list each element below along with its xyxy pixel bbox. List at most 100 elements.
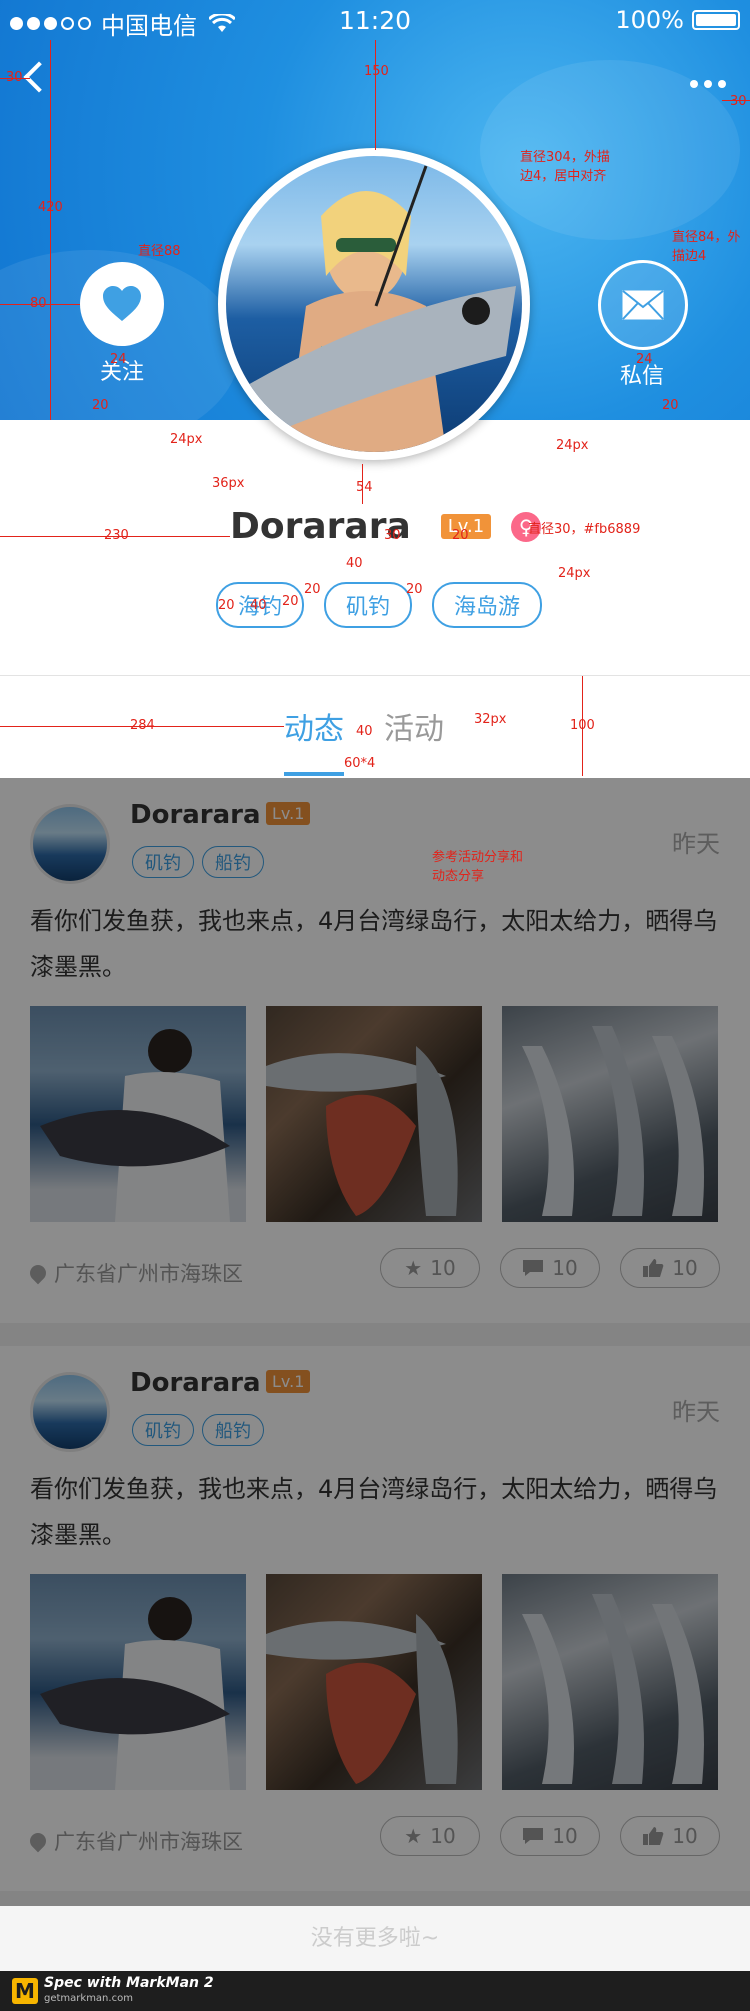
annotation-label: 230 [104,528,129,543]
photo-art [266,1046,458,1216]
no-more-label: 没有更多啦~ [0,1906,750,1971]
thumbs-up-icon [643,1827,664,1845]
favorite-count: 10 [430,1824,456,1848]
post-avatar[interactable] [30,1372,110,1452]
post-location-text: 广东省广州市海珠区 [54,1830,243,1854]
more-button[interactable] [690,80,726,88]
annotation-label: 直径304，外描边4，居中对齐 [520,150,610,184]
annotation-label: 直径84，外描边4 [672,230,741,264]
profile-avatar[interactable] [218,148,530,460]
photo-art [40,1597,230,1790]
annotation-label: 24px [556,438,589,453]
favorite-button[interactable]: ★ 10 [380,1816,480,1856]
annotation-label: 100 [570,718,595,733]
post-location-text: 广东省广州市海珠区 [54,1262,243,1286]
post-tags: 矶钓 船钓 [132,846,264,878]
star-icon: ★ [404,1824,423,1848]
annotation-label: 20 [662,398,679,413]
message-circle [598,260,688,350]
annotation-label: 54 [356,480,373,495]
profile-tag[interactable]: 矶钓 [324,582,413,628]
annotation-line [50,40,51,420]
post-level-badge: Lv.1 [266,802,311,825]
post-time: 昨天 [672,1398,720,1426]
comment-count: 10 [552,1256,578,1280]
photo-art [266,1614,458,1784]
like-button[interactable]: 10 [620,1248,720,1288]
annotation-label: 150 [364,64,389,79]
follow-button[interactable]: 关注 [80,262,164,386]
battery: 100% [615,6,740,34]
more-dot [690,80,698,88]
post-author[interactable]: Dorarara [130,1368,261,1398]
annotation-label: 20 [406,582,423,597]
like-button[interactable]: 10 [620,1816,720,1856]
follow-circle [80,262,164,346]
post-card[interactable]: Dorarara Lv.1 矶钓 船钓 昨天 看你们发鱼获，我也来点，4月台湾绿… [0,778,750,1323]
post-avatar[interactable] [30,804,110,884]
post-text: 看你们发鱼获，我也来点，4月台湾绿岛行，太阳太给力，晒得乌漆墨黑。 [30,907,718,981]
like-count: 10 [672,1824,698,1848]
post-actions: ★ 10 10 10 [380,1816,720,1856]
post-photos [30,1574,718,1790]
annotation-label: 参考活动分享和动态分享 [432,850,524,884]
post-tag[interactable]: 船钓 [202,846,264,878]
annotation-label: 80 [30,296,47,311]
post-photo[interactable] [30,1006,246,1222]
annotation-label: 20 [92,398,109,413]
post-card[interactable]: Dorarara Lv.1 矶钓 船钓 昨天 看你们发鱼获，我也来点，4月台湾绿… [0,1346,750,1891]
heart-icon [103,286,141,321]
like-count: 10 [672,1256,698,1280]
post-photos [30,1006,718,1222]
annotation-label: 40 [250,598,267,613]
mail-icon [622,290,664,320]
tab-activities[interactable]: 活动 [384,704,444,748]
post-tag[interactable]: 矶钓 [132,846,194,878]
comment-icon [523,1260,544,1276]
post-time: 昨天 [672,830,720,858]
battery-icon [692,10,740,30]
post-actions: ★ 10 10 10 [380,1248,720,1288]
post-photo[interactable] [30,1574,246,1790]
annotation-label: 36px [212,476,245,491]
favorite-count: 10 [430,1256,456,1280]
annotation-label: 40 [346,556,363,571]
comment-icon [523,1828,544,1844]
star-icon: ★ [404,1256,423,1280]
comment-count: 10 [552,1824,578,1848]
post-photo[interactable] [266,1574,482,1790]
markman-url: getmarkman.com [44,1993,133,2004]
annotation-label: 直径88 [138,244,181,259]
annotation-label: 30 [384,528,401,543]
avatar-photo-art [246,165,516,452]
post-photo[interactable] [502,1006,718,1222]
post-tag[interactable]: 矶钓 [132,1414,194,1446]
annotation-label: 24 [636,352,653,367]
annotation-label: 20 [218,598,235,613]
tab-indicator [284,772,344,776]
annotation-label: 20 [282,594,299,609]
location-pin-icon [26,1261,50,1285]
annotation-line [375,40,376,150]
favorite-button[interactable]: ★ 10 [380,1248,480,1288]
status-bar: 中国电信 11:20 100% [0,0,750,40]
post-photo[interactable] [266,1006,482,1222]
post-author[interactable]: Dorarara [130,800,261,830]
markman-logo: M [12,1978,38,2004]
comment-button[interactable]: 10 [500,1248,600,1288]
annotation-label: 20 [452,528,469,543]
profile-tag[interactable]: 海岛游 [432,582,543,628]
tab-moments[interactable]: 动态 [284,704,344,748]
message-button[interactable]: 私信 [598,260,688,390]
more-dot [718,80,726,88]
location-pin-icon [26,1829,50,1853]
markman-watermark: M Spec with MarkMan 2 getmarkman.com [0,1971,750,2011]
annotation-label: 24px [558,566,591,581]
post-level-badge: Lv.1 [266,1370,311,1393]
photo-art [40,1029,230,1222]
post-photo[interactable] [502,1574,718,1790]
markman-title: Spec with MarkMan 2 [44,1975,214,1991]
post-tag[interactable]: 船钓 [202,1414,264,1446]
comment-button[interactable]: 10 [500,1816,600,1856]
annotation-label: 24px [170,432,203,447]
